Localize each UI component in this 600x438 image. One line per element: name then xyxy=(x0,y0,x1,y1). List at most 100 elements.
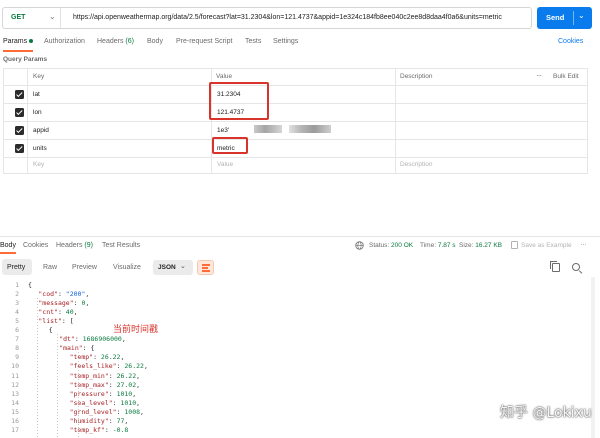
search-icon[interactable] xyxy=(572,263,580,271)
json-colon: : xyxy=(74,335,83,343)
json-colon: : xyxy=(108,372,117,380)
code-line: "sea_level": 1010, xyxy=(70,399,140,407)
row-divider xyxy=(4,85,587,86)
response-tab-headers[interactable]: Headers (9) xyxy=(56,242,93,249)
param-key-units[interactable]: units xyxy=(33,145,47,152)
param-value-appid[interactable]: 1e3' xyxy=(217,127,229,134)
method-select[interactable]: GET ⌄ xyxy=(3,8,61,28)
wrap-lines-icon xyxy=(202,264,210,266)
json-value: 1010 xyxy=(120,399,137,407)
cookies-link[interactable]: Cookies xyxy=(558,38,583,45)
tab-params[interactable]: Params xyxy=(3,38,34,45)
response-tab-body[interactable]: Body xyxy=(0,242,16,249)
response-tab-test-results[interactable]: Test Results xyxy=(102,242,140,249)
json-value: 27.02 xyxy=(116,381,137,389)
globe-icon[interactable] xyxy=(355,241,364,250)
code-line: "grnd_level": 1008, xyxy=(70,408,144,416)
new-key-input[interactable]: Key xyxy=(33,161,44,168)
watermark: 知乎 @Lokixu xyxy=(500,405,592,421)
size-readout: Size: 16.27 KB xyxy=(459,242,503,249)
new-description-input[interactable]: Description xyxy=(400,161,433,168)
indent-guide xyxy=(37,298,38,438)
row-checkbox[interactable] xyxy=(15,144,24,153)
send-label: Send xyxy=(546,13,565,22)
chevron-down-icon[interactable]: ⌄ xyxy=(578,11,585,20)
param-key-appid[interactable]: appid xyxy=(33,127,49,134)
tab-settings[interactable]: Settings xyxy=(273,38,298,45)
bulk-edit-button[interactable]: Bulk Edit xyxy=(553,73,579,80)
send-button[interactable]: Send ⌄ xyxy=(537,7,592,29)
json-colon: : xyxy=(82,344,91,352)
code-line: { xyxy=(28,281,32,289)
tab-tests[interactable]: Tests xyxy=(245,38,261,45)
code-line: "cod": "200", xyxy=(38,290,89,298)
annotation-current-timestamp: 当前时间戳 xyxy=(113,325,159,335)
method-label: GET xyxy=(11,14,26,21)
format-tab-pretty[interactable]: Pretty xyxy=(7,264,25,271)
line-number: 9 xyxy=(15,353,19,361)
wrap-lines-button[interactable] xyxy=(197,260,214,275)
line-number: 17 xyxy=(11,426,19,434)
param-key-lon[interactable]: lon xyxy=(33,109,42,116)
json-punct: , xyxy=(136,372,141,380)
col-header-description: Description xyxy=(400,73,433,80)
copy-icon[interactable] xyxy=(550,261,560,272)
line-number: 13 xyxy=(11,390,19,398)
json-colon: : xyxy=(108,381,117,389)
redacted-appid xyxy=(254,125,282,133)
row-checkbox[interactable] xyxy=(15,108,24,117)
line-number: 1 xyxy=(15,281,19,289)
json-key: "message" xyxy=(38,299,74,307)
row-divider xyxy=(4,103,587,104)
url-input[interactable]: https://api.openweathermap.org/data/2.5/… xyxy=(73,14,502,21)
json-punct: , xyxy=(132,390,137,398)
query-params-title: Query Params xyxy=(3,56,48,63)
json-value: 26.22 xyxy=(124,362,144,370)
json-colon: : xyxy=(61,317,70,325)
new-value-input[interactable]: Value xyxy=(217,161,233,168)
json-value: 40 xyxy=(65,308,74,316)
row-checkbox[interactable] xyxy=(15,126,24,135)
json-colon: : xyxy=(108,390,117,398)
col-header-key: Key xyxy=(33,73,45,80)
json-key: "dt" xyxy=(59,335,75,343)
code-line: "temp_min": 26.22, xyxy=(70,372,140,380)
more-options-icon[interactable]: ··· xyxy=(536,71,542,80)
save-as-example-button[interactable]: Save as Example xyxy=(521,242,572,249)
json-punct: { xyxy=(90,344,95,352)
tab-body[interactable]: Body xyxy=(147,38,163,45)
code-line: "feels_like": 26.22, xyxy=(70,362,148,370)
code-line: "temp_max": 27.02, xyxy=(70,381,140,389)
row-divider xyxy=(4,121,587,122)
time-readout: Time: 7.87 s xyxy=(420,242,456,249)
tab-authorization[interactable]: Authorization xyxy=(44,38,85,45)
json-value: 1010 xyxy=(116,390,133,398)
line-number: 7 xyxy=(15,335,19,343)
json-punct: , xyxy=(136,399,141,407)
format-tab-visualize[interactable]: Visualize xyxy=(113,264,141,271)
json-key: "humidity" xyxy=(69,417,109,425)
json-key: "cnt" xyxy=(38,308,58,316)
format-select[interactable]: JSON ⌄ xyxy=(153,260,193,275)
more-options-icon[interactable]: ··· xyxy=(580,239,587,249)
line-number: 3 xyxy=(15,299,19,307)
highlight-units xyxy=(212,137,248,154)
json-key: "temp_min" xyxy=(69,372,109,380)
line-number: 14 xyxy=(11,399,19,407)
wrap-lines-icon xyxy=(202,267,208,269)
json-value: 26.22 xyxy=(116,372,137,380)
param-key-lat[interactable]: lat xyxy=(33,91,40,98)
line-number: 6 xyxy=(15,326,19,334)
time-value: 7.87 s xyxy=(437,242,456,249)
format-tab-raw[interactable]: Raw xyxy=(43,264,57,271)
tab-headers[interactable]: Headers (6) xyxy=(97,38,134,45)
tab-pre-request-script[interactable]: Pre-request Script xyxy=(176,38,232,45)
json-punct: [ xyxy=(69,317,74,325)
json-value: "200" xyxy=(65,290,86,298)
format-tab-preview[interactable]: Preview xyxy=(72,264,97,271)
response-tab-cookies[interactable]: Cookies xyxy=(23,242,48,249)
json-punct: , xyxy=(73,308,78,316)
url-bar: GET ⌄ https://api.openweathermap.org/dat… xyxy=(2,7,532,29)
row-checkbox[interactable] xyxy=(15,90,24,99)
json-value: -0.8 xyxy=(112,426,129,434)
